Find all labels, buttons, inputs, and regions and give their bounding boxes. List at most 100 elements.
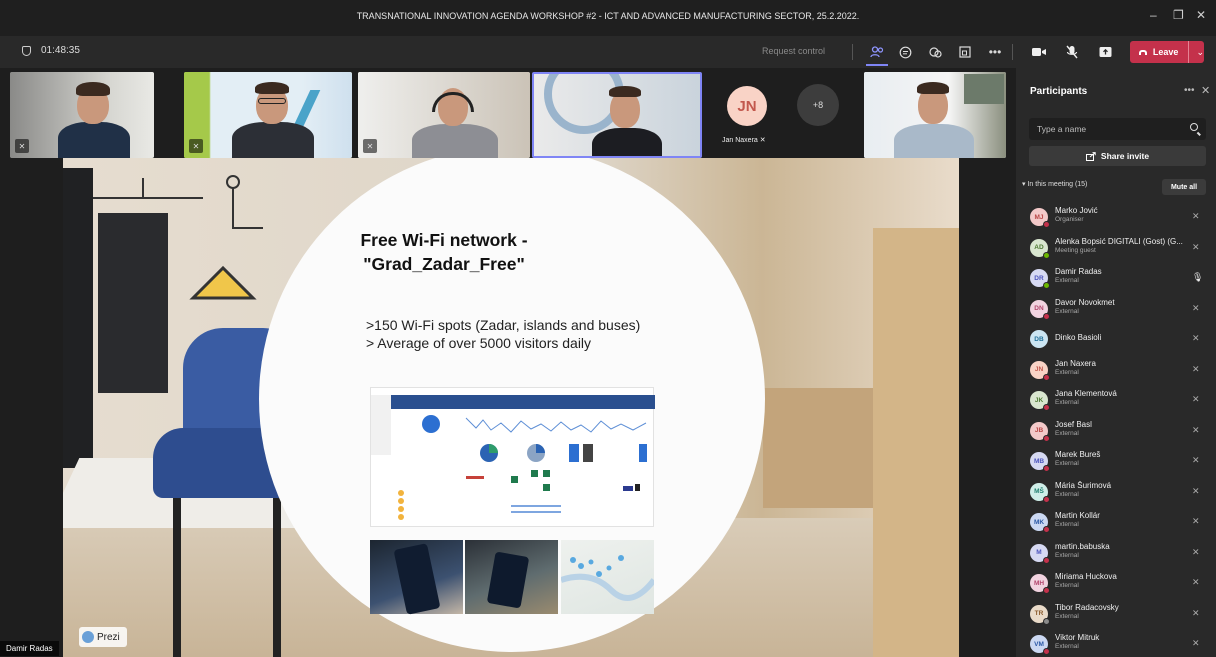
- camera-icon[interactable]: [1030, 43, 1048, 61]
- participant-name: Mária Šurimová: [1055, 480, 1112, 490]
- more-icon[interactable]: •••: [986, 43, 1004, 61]
- video-tile[interactable]: [864, 72, 1006, 158]
- more-participants-button[interactable]: +8: [797, 84, 839, 126]
- participant-row[interactable]: MK Martin Kollár External ✕: [1016, 506, 1216, 537]
- video-tile-active-speaker[interactable]: [532, 72, 702, 158]
- mic-off-icon[interactable]: ✕: [1192, 242, 1200, 253]
- mic-off-icon[interactable]: ✕: [1192, 608, 1200, 619]
- avatar-initials: DB: [1034, 335, 1044, 343]
- share-invite-button[interactable]: Share invite: [1029, 146, 1206, 166]
- timer-text: 01:48:35: [41, 45, 80, 56]
- avatar: DN: [1030, 299, 1050, 320]
- more-icon[interactable]: •••: [1184, 85, 1195, 96]
- slide-title-text: Free Wi-Fi network - "Grad_Zadar_Free": [360, 230, 528, 274]
- mic-off-icon[interactable]: ✕: [1192, 638, 1200, 649]
- video-tile[interactable]: ✕: [358, 72, 530, 158]
- mic-off-icon[interactable]: ✕: [1192, 516, 1200, 527]
- participant-row[interactable]: JN Jan Naxera External ✕: [1016, 354, 1216, 385]
- people-active-indicator: [866, 64, 888, 66]
- section-label: In this meeting (15): [1027, 181, 1088, 188]
- participant-row[interactable]: TR Tibor Radacovsky External ✕: [1016, 598, 1216, 629]
- mic-off-icon[interactable]: [1063, 43, 1081, 61]
- participants-panel: Participants ••• ✕ Share invite ▾ In thi…: [1016, 68, 1216, 657]
- participant-name: Marko Jović: [1055, 206, 1098, 215]
- presence-status-icon: [1043, 282, 1050, 289]
- participant-role: External: [1055, 490, 1079, 498]
- reactions-icon[interactable]: [926, 43, 944, 61]
- search-icon[interactable]: [1190, 123, 1198, 131]
- avatar: JN: [1030, 360, 1050, 381]
- participant-name: Tibor Radacovsky: [1055, 602, 1119, 612]
- mic-off-icon[interactable]: ✕: [1192, 486, 1200, 497]
- avatar: MŠ: [1030, 482, 1050, 503]
- mic-off-icon[interactable]: ✕: [1192, 364, 1200, 375]
- participant-row[interactable]: MŠ Mária Šurimová External ✕: [1016, 476, 1216, 507]
- chevron-down-icon[interactable]: ⌄: [1188, 41, 1204, 63]
- mic-off-icon[interactable]: ✕: [1192, 425, 1200, 436]
- presence-status-icon: [1043, 373, 1050, 381]
- video-tile[interactable]: ✕: [10, 72, 154, 158]
- presence-status-icon: [1043, 617, 1050, 625]
- participant-row[interactable]: JK Jana Klementová External ✕: [1016, 384, 1216, 415]
- avatar-initials: TR: [1034, 610, 1044, 617]
- dashboard-screenshot: [370, 387, 655, 527]
- close-icon[interactable]: ✕: [1196, 8, 1206, 22]
- mic-on-icon[interactable]: 🎙: [1192, 272, 1203, 283]
- participant-row[interactable]: DR Damir Radas External 🎙: [1016, 262, 1216, 293]
- participant-row[interactable]: MH Miriama Huckova External ✕: [1016, 567, 1216, 598]
- rooms-icon[interactable]: [956, 43, 974, 61]
- search-input[interactable]: [1029, 118, 1179, 140]
- panel-title: Participants: [1030, 86, 1088, 97]
- mic-off-icon[interactable]: ✕: [1192, 394, 1200, 405]
- participant-list: MJ Marko Jović Organiser ✕ AD Alenka Bopsić D…: [1016, 201, 1216, 657]
- meeting-toolbar: 01:48:35 Request control ••• Leave ⌄: [0, 36, 1216, 68]
- share-icon[interactable]: [1096, 43, 1114, 61]
- mute-all-button[interactable]: Mute all: [1162, 179, 1206, 195]
- mic-off-icon[interactable]: ✕: [1192, 455, 1200, 466]
- avatar-initials: M: [1036, 549, 1042, 556]
- chat-icon[interactable]: [896, 43, 914, 61]
- mic-off-icon[interactable]: ✕: [1192, 577, 1200, 588]
- avatar-initials: MB: [1033, 457, 1045, 465]
- avatar: MJ: [1030, 208, 1050, 228]
- share-icon: [1085, 151, 1096, 161]
- mic-off-icon: ✕: [15, 139, 29, 153]
- maximize-icon[interactable]: ❐: [1173, 8, 1184, 22]
- participant-role: Organiser: [1055, 216, 1084, 223]
- minimize-icon[interactable]: –: [1150, 8, 1157, 22]
- mic-off-icon[interactable]: ✕: [1192, 333, 1200, 344]
- participant-row[interactable]: DB Dinko Basioli ✕: [1016, 323, 1216, 354]
- section-header[interactable]: ▾ In this meeting (15): [1022, 180, 1087, 188]
- avatar[interactable]: JN: [727, 86, 767, 126]
- request-control-button[interactable]: Request control: [762, 46, 825, 56]
- participant-row[interactable]: JB Josef Basl External ✕: [1016, 415, 1216, 446]
- participant-role: External: [1055, 582, 1079, 589]
- avatar-initials: MJ: [1034, 213, 1044, 221]
- participant-name: Marek Bureš: [1055, 450, 1101, 459]
- participant-row[interactable]: AD Alenka Bopsić DIGITALI (Gost) (G... Mee…: [1016, 232, 1216, 263]
- participant-role: External: [1055, 521, 1079, 528]
- mic-off-icon: ✕: [189, 139, 203, 153]
- participant-row[interactable]: MJ Marko Jović Organiser ✕: [1016, 201, 1216, 232]
- mic-off-icon: ✕: [363, 139, 377, 153]
- participant-role: External: [1055, 429, 1079, 437]
- slide-bullet: >150 Wi-Fi spots (Zadar, islands and bus…: [366, 317, 641, 333]
- video-tile[interactable]: ✕: [184, 72, 352, 158]
- participant-name: martin.babuska: [1055, 541, 1110, 551]
- participant-row[interactable]: Mmartin.babuska External ✕: [1016, 537, 1216, 568]
- avatar-initials: MK: [1033, 518, 1045, 526]
- avatar-initials: JN: [1034, 366, 1044, 373]
- close-icon[interactable]: ✕: [1201, 84, 1210, 97]
- mic-off-icon[interactable]: ✕: [1192, 211, 1200, 222]
- mic-off-icon[interactable]: ✕: [1192, 303, 1200, 314]
- participant-row[interactable]: DN Davor Novokmet External ✕: [1016, 293, 1216, 324]
- presence-status-icon: [1043, 251, 1050, 259]
- mic-off-icon[interactable]: ✕: [1192, 547, 1200, 558]
- meeting-title: TRANSNATIONAL INNOVATION AGENDA WORKSHOP…: [356, 11, 860, 21]
- avatar: DR: [1030, 269, 1050, 289]
- participant-row[interactable]: VM Viktor Mitruk External ✕: [1016, 628, 1216, 657]
- people-icon[interactable]: [868, 43, 886, 61]
- participant-row[interactable]: MB Marek Bureš External ✕: [1016, 445, 1216, 476]
- leave-button[interactable]: Leave ⌄: [1130, 41, 1204, 63]
- participant-name: Jan Naxera ✕: [722, 136, 766, 144]
